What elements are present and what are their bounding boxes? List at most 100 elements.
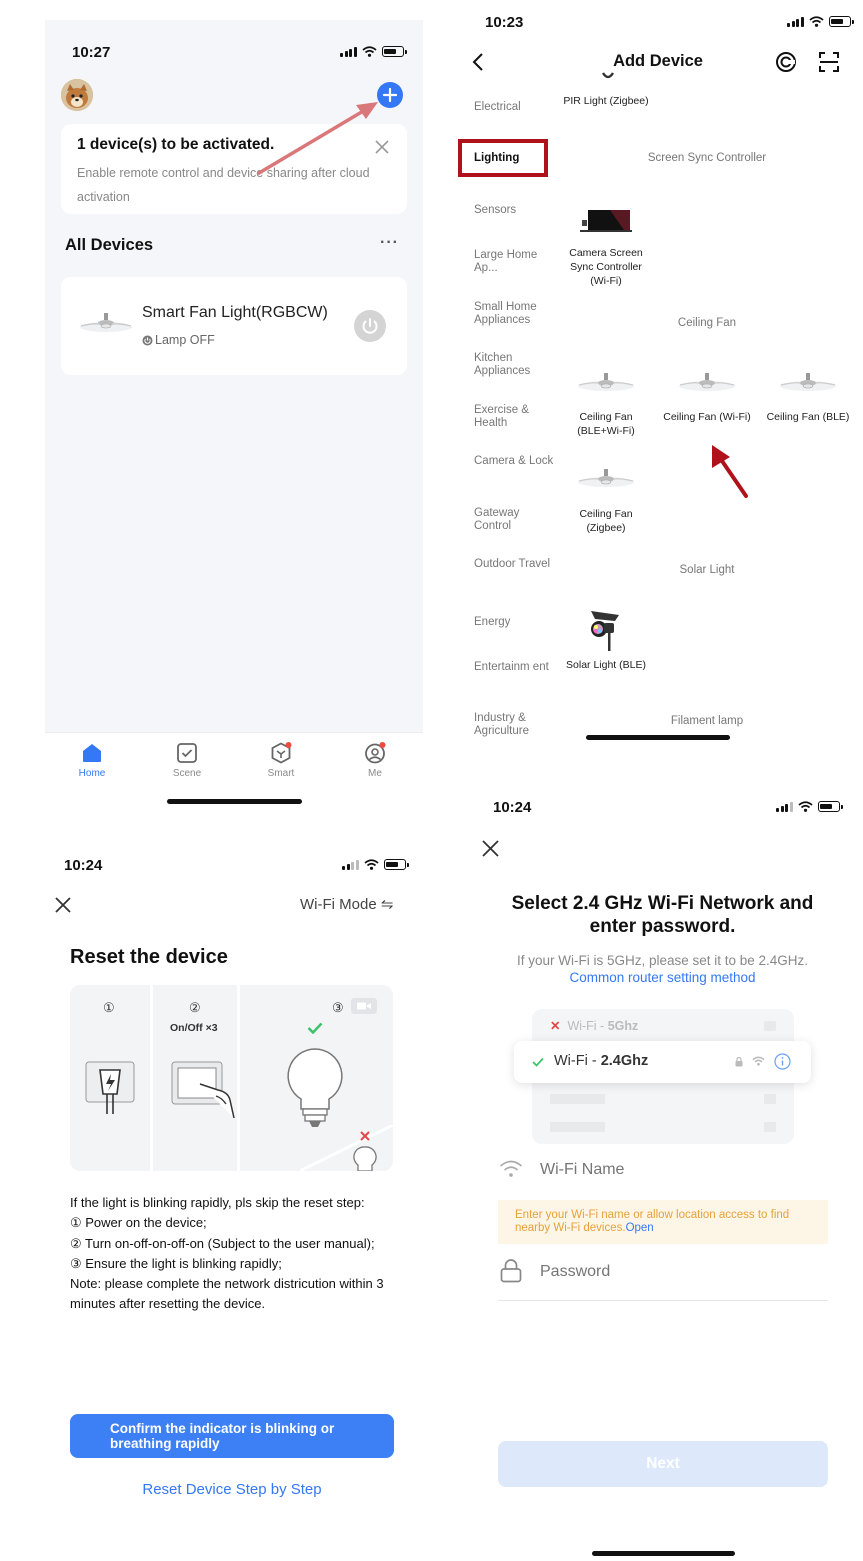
ceiling-fan-image: [780, 373, 836, 391]
cross-icon: ✕: [550, 1019, 561, 1033]
category-energy[interactable]: Energy: [474, 616, 554, 629]
device-ceiling-fan-ble-wifi[interactable]: Ceiling Fan (BLE+Wi-Fi): [561, 410, 651, 438]
power-small-icon: [142, 335, 153, 345]
reset-device-screen: 10:24 Wi-Fi Mode ⇋ Reset the device ① ② …: [45, 840, 423, 1561]
confirm-blinking-button[interactable]: Confirm the indicator is blinking or bre…: [70, 1414, 394, 1458]
scene-icon: [177, 743, 197, 763]
status-icons: [787, 16, 854, 27]
wifi-description-text: If your Wi-Fi is 5GHz, please set it to …: [516, 953, 809, 968]
device-pir-light[interactable]: PIR Light (Zigbee): [561, 94, 651, 108]
device-solar-light-ble[interactable]: Solar Light (BLE): [561, 658, 651, 672]
wifi-mode-switch[interactable]: Wi-Fi Mode ⇋: [300, 895, 393, 913]
error-example-icon: [300, 1125, 393, 1171]
check-icon: [307, 1022, 323, 1034]
battery-icon: [817, 801, 843, 812]
placeholder-bar: [550, 1094, 605, 1104]
placeholder-bar: [550, 1122, 605, 1132]
back-icon[interactable]: [471, 52, 485, 72]
instruction-line: ③ Ensure the light is blinking rapidly;: [70, 1255, 282, 1271]
power-toggle-button[interactable]: [354, 310, 386, 342]
info-icon: [774, 1053, 791, 1070]
device-name: Smart Fan Light(RGBCW): [142, 304, 328, 321]
wifi-description: If your Wi-Fi is 5GHz, please set it to …: [510, 952, 815, 986]
location-open-link[interactable]: Open: [626, 1222, 654, 1234]
category-lighting[interactable]: Lighting: [474, 152, 554, 165]
device-card[interactable]: Smart Fan Light(RGBCW) Lamp OFF: [61, 277, 407, 375]
tab-bar: Home Scene Smart Me: [45, 732, 423, 815]
device-status-text: Lamp OFF: [155, 333, 215, 347]
switch-hand-icon: [171, 1061, 235, 1119]
lock-icon: [735, 1057, 743, 1067]
router-setting-link[interactable]: Common router setting method: [569, 970, 755, 985]
tab-smart-label: Smart: [267, 768, 295, 779]
video-icon[interactable]: [351, 998, 377, 1014]
wifi-icon: [363, 859, 379, 870]
page-title: Select 2.4 GHz Wi-Fi Network and enter p…: [511, 893, 814, 937]
home-indicator: [592, 1551, 735, 1556]
status-time: 10:23: [485, 14, 524, 31]
wifi-24g-prefix: Wi-Fi -: [554, 1053, 601, 1069]
status-icons: [342, 859, 409, 870]
step-2-number: ②: [189, 1000, 201, 1015]
annotation-arrow: [712, 445, 748, 498]
wifi-24g-band: 2.4Ghz: [600, 1053, 649, 1069]
instruction-line: ② Turn on-off-on-off-on (Subject to the …: [70, 1235, 375, 1251]
tab-home[interactable]: Home: [57, 741, 127, 779]
category-large-home-appliances[interactable]: Large Home Ap...: [474, 249, 554, 275]
category-exercise-health[interactable]: Exercise & Health: [474, 404, 554, 430]
section-screen-sync: Screen Sync Controller: [647, 152, 767, 164]
status-time: 10:24: [64, 857, 103, 874]
tab-scene[interactable]: Scene: [152, 741, 222, 779]
home-screen: 10:27 1 device(s) to be activated. Enabl…: [45, 20, 423, 815]
step-2-label: On/Off ×3: [170, 1022, 218, 1034]
light-bulb-icon: [287, 1048, 343, 1127]
all-devices-heading: All Devices: [65, 236, 154, 254]
device-ceiling-fan-zigbee[interactable]: Ceiling Fan (Zigbee): [561, 507, 651, 535]
qr-scan-icon[interactable]: [818, 51, 840, 73]
status-time: 10:24: [493, 799, 532, 816]
home-icon: [83, 744, 101, 762]
add-device-screen: 10:23 Add Device Electrical Lighting Sen…: [454, 0, 863, 760]
page-title: Add Device: [613, 52, 703, 70]
category-gateway-control[interactable]: Gateway Control: [474, 507, 554, 533]
instruction-line: ① Power on the device;: [70, 1215, 207, 1231]
category-industry-agriculture[interactable]: Industry & Agriculture: [474, 712, 554, 738]
signal-icon: [787, 16, 804, 27]
category-entertainment[interactable]: Entertainm ent: [474, 661, 554, 674]
category-camera-lock[interactable]: Camera & Lock: [474, 455, 554, 468]
category-electrical[interactable]: Electrical: [474, 101, 554, 114]
device-ceiling-fan-ble[interactable]: Ceiling Fan (BLE): [763, 410, 853, 424]
divider: [498, 1300, 828, 1301]
tab-smart[interactable]: Smart: [246, 741, 316, 779]
wifi-name-input[interactable]: [540, 1157, 825, 1183]
page-title: Reset the device: [70, 946, 228, 968]
tab-me[interactable]: Me: [340, 741, 410, 779]
password-input[interactable]: [540, 1259, 825, 1285]
signal-icon: [342, 859, 359, 870]
reset-step-by-step-link[interactable]: Reset Device Step by Step: [70, 1481, 394, 1498]
ceiling-fan-image: [578, 469, 634, 487]
category-outdoor-travel[interactable]: Outdoor Travel: [474, 558, 554, 571]
close-icon[interactable]: [55, 897, 71, 913]
wifi-5g-band: 5Ghz: [607, 1019, 639, 1033]
status-icons: [776, 801, 843, 812]
next-button[interactable]: Next: [498, 1441, 828, 1487]
ceiling-fan-image: [578, 373, 634, 391]
category-small-home-appliances[interactable]: Small Home Appliances: [474, 301, 554, 327]
scan-nearby-icon[interactable]: [775, 51, 797, 73]
device-status: Lamp OFF: [142, 333, 215, 347]
device-ceiling-fan-wifi[interactable]: Ceiling Fan (Wi-Fi): [662, 410, 752, 424]
reset-illustration: ① ② ③ On/Off ×3: [70, 985, 393, 1171]
more-options-button[interactable]: ···: [380, 234, 399, 252]
annotation-arrow: [257, 102, 378, 175]
instruction-line: Note: please complete the network distri…: [70, 1276, 384, 1312]
close-icon[interactable]: [482, 840, 499, 857]
category-kitchen-appliances[interactable]: Kitchen Appliances: [474, 352, 554, 378]
device-camera-screen-sync[interactable]: Camera Screen Sync Controller (Wi-Fi): [561, 246, 651, 288]
section-ceiling-fan: Ceiling Fan: [677, 317, 737, 329]
placeholder-bar: [764, 1094, 776, 1104]
battery-icon: [383, 859, 409, 870]
solar-light-image: [591, 611, 619, 651]
category-sensors[interactable]: Sensors: [474, 204, 554, 217]
tab-me-label: Me: [368, 768, 382, 779]
